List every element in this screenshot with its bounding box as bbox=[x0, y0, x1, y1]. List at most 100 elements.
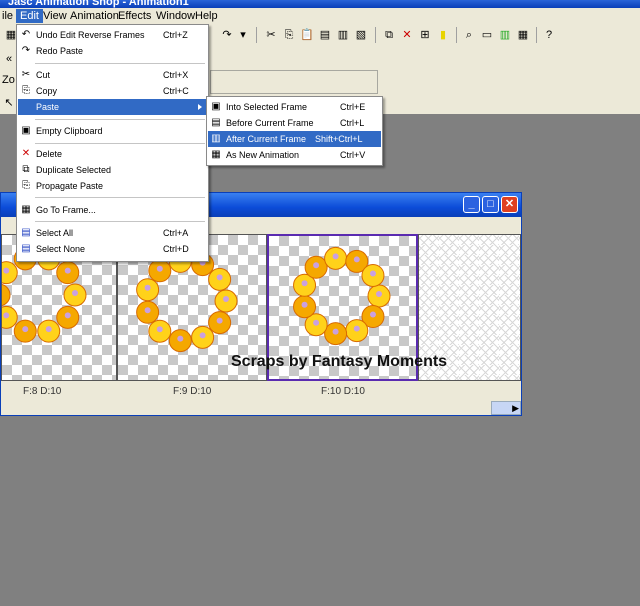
help-pointer-icon[interactable]: ? bbox=[542, 28, 556, 42]
select-all-icon: ▤ bbox=[21, 227, 31, 238]
minimize-icon[interactable]: _ bbox=[463, 196, 480, 213]
grid-icon[interactable]: ▦ bbox=[516, 28, 530, 42]
menu-item-undo[interactable]: ↶ Undo Edit Reverse Frames Ctrl+Z bbox=[18, 27, 207, 43]
flower-center bbox=[369, 270, 376, 277]
flower-center bbox=[216, 317, 223, 324]
frame-label: F:9 D:10 bbox=[173, 386, 212, 397]
go-to-frame-icon: ▦ bbox=[21, 204, 31, 215]
watermark-text: Scraps by Fantasy Moments bbox=[231, 353, 448, 370]
flower-center bbox=[332, 328, 339, 335]
edit-menu: ↶ Undo Edit Reverse Frames Ctrl+Z ↷ Redo… bbox=[16, 24, 209, 262]
flower-center bbox=[72, 290, 78, 296]
menu-item-paste[interactable]: Paste bbox=[18, 99, 207, 115]
dropdown-arrow-icon[interactable]: ▾ bbox=[236, 28, 250, 42]
menu-separator bbox=[35, 197, 205, 198]
menu-item-as-new-animation[interactable]: ▦ As New Animation Ctrl+V bbox=[208, 147, 381, 163]
propagate-icon: ⎘ bbox=[22, 180, 30, 191]
menu-file[interactable]: ile bbox=[0, 9, 17, 23]
flower-center bbox=[376, 291, 382, 297]
flower-center bbox=[313, 319, 320, 326]
paste-before-icon[interactable]: ▥ bbox=[336, 28, 350, 42]
redo-icon[interactable]: ↷ bbox=[220, 28, 234, 42]
zoom-icon[interactable]: ⌕ bbox=[462, 28, 476, 42]
menu-separator bbox=[35, 221, 205, 222]
flower-center bbox=[369, 311, 376, 318]
flower-center bbox=[64, 267, 71, 274]
flower-center bbox=[313, 262, 320, 269]
menu-item-empty-clipboard[interactable]: ▣ Empty Clipboard bbox=[18, 123, 207, 139]
into-frame-icon: ▣ bbox=[211, 101, 221, 112]
highlight-icon[interactable]: ▮ bbox=[436, 28, 450, 42]
menu-item-into-selected-frame[interactable]: ▣ Into Selected Frame Ctrl+E bbox=[208, 99, 381, 115]
select-none-icon: ▤ bbox=[21, 243, 31, 254]
menu-item-select-none[interactable]: ▤ Select None Ctrl+D bbox=[18, 241, 207, 257]
menu-item-cut[interactable]: ✂ Cut Ctrl+X bbox=[18, 67, 207, 83]
submenu-arrow-icon bbox=[198, 104, 202, 110]
menu-item-propagate-paste[interactable]: ⎘ Propagate Paste bbox=[18, 178, 207, 194]
menu-bar: ile Edit View Animation Effects Window H… bbox=[0, 8, 640, 24]
style-control-box[interactable] bbox=[210, 70, 378, 94]
horizontal-scrollbar[interactable]: ▶ bbox=[491, 401, 521, 415]
menu-separator bbox=[35, 119, 205, 120]
duplicate-icon: ⧉ bbox=[22, 164, 30, 175]
flower-center bbox=[177, 335, 184, 342]
flower-center bbox=[156, 265, 163, 272]
menu-item-select-all[interactable]: ▤ Select All Ctrl+A bbox=[18, 225, 207, 241]
toolbar-separator bbox=[536, 27, 537, 43]
flower-center bbox=[144, 284, 151, 291]
frame-label: F:10 D:10 bbox=[321, 386, 365, 397]
insert-frame-icon[interactable]: ⊞ bbox=[418, 28, 432, 42]
app-title: Jasc Animation Shop - Animation1 bbox=[8, 0, 189, 8]
menu-effects[interactable]: Effects bbox=[114, 9, 155, 23]
close-icon[interactable]: ✕ bbox=[501, 196, 518, 213]
after-frame-icon: ▥ bbox=[211, 133, 221, 144]
paste-after-icon[interactable]: ▧ bbox=[354, 28, 368, 42]
clipboard-icon: ▣ bbox=[21, 125, 31, 136]
arrow-tool-icon[interactable]: ↖ bbox=[2, 96, 16, 110]
cut-icon[interactable]: ✂ bbox=[264, 28, 278, 42]
flower-center bbox=[199, 332, 206, 339]
flower-center bbox=[353, 325, 360, 332]
cut-icon: ✂ bbox=[21, 69, 31, 80]
app-title-bar: Jasc Animation Shop - Animation1 bbox=[0, 0, 640, 8]
maximize-icon[interactable]: □ bbox=[482, 196, 499, 213]
flower-center bbox=[22, 326, 29, 333]
zoom-label: Zo bbox=[2, 74, 15, 86]
delete-icon[interactable]: ✕ bbox=[400, 28, 414, 42]
frame-view-icon[interactable]: ▭ bbox=[480, 28, 494, 42]
duplicate-icon[interactable]: ⧉ bbox=[382, 28, 396, 42]
copy-icon[interactable]: ⎘ bbox=[282, 28, 296, 42]
paste-submenu: ▣ Into Selected Frame Ctrl+E ▤ Before Cu… bbox=[206, 96, 383, 166]
toolbar-separator bbox=[456, 27, 457, 43]
flower-center bbox=[223, 296, 229, 302]
back-arrows-icon[interactable]: « bbox=[2, 52, 16, 66]
menu-separator bbox=[35, 143, 205, 144]
flower-center bbox=[3, 312, 10, 319]
undo-icon: ↶ bbox=[21, 29, 31, 40]
paste-frame-icon[interactable]: ▤ bbox=[318, 28, 332, 42]
new-animation-icon: ▦ bbox=[211, 149, 221, 160]
menu-item-after-current-frame[interactable]: ▥ After Current Frame Shift+Ctrl+L bbox=[208, 131, 381, 147]
flower-center bbox=[301, 280, 308, 287]
flower-center bbox=[332, 253, 339, 260]
flower-center bbox=[156, 326, 163, 333]
toolbar-separator bbox=[256, 27, 257, 43]
delete-icon: ✕ bbox=[21, 148, 31, 159]
menu-item-delete[interactable]: ✕ Delete bbox=[18, 146, 207, 162]
menu-item-redo-paste[interactable]: ↷ Redo Paste bbox=[18, 43, 207, 59]
flower-center bbox=[144, 307, 151, 314]
menu-item-copy[interactable]: ⎘ Copy Ctrl+C bbox=[18, 83, 207, 99]
redo-icon: ↷ bbox=[21, 45, 31, 56]
menu-help[interactable]: Help bbox=[191, 9, 222, 23]
menu-item-duplicate-selected[interactable]: ⧉ Duplicate Selected bbox=[18, 162, 207, 178]
flower-center bbox=[64, 312, 71, 319]
menu-item-before-current-frame[interactable]: ▤ Before Current Frame Ctrl+L bbox=[208, 115, 381, 131]
paste-icon[interactable]: 📋 bbox=[300, 28, 314, 42]
copy-icon: ⎘ bbox=[22, 85, 30, 96]
flower-petal bbox=[2, 283, 11, 307]
menu-item-go-to-frame[interactable]: ▦ Go To Frame... bbox=[18, 202, 207, 218]
scroll-right-icon[interactable]: ▶ bbox=[512, 402, 519, 414]
toolbar-separator bbox=[375, 27, 376, 43]
color-bars-icon[interactable]: ▥ bbox=[498, 28, 512, 42]
frame-label: F:8 D:10 bbox=[23, 386, 62, 397]
